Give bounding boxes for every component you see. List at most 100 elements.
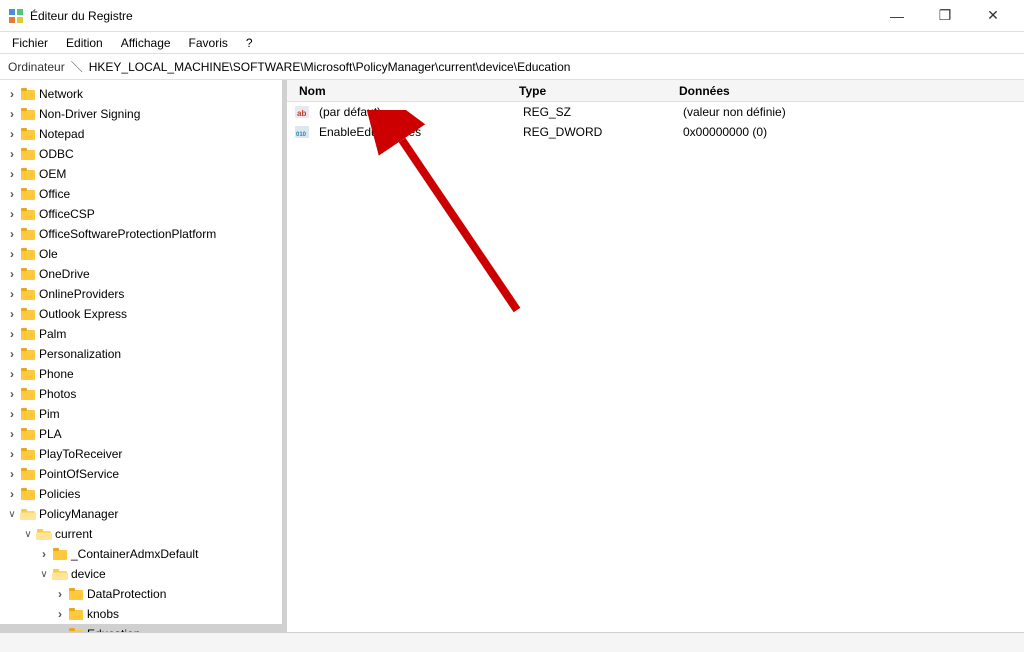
tree-toggle-icon[interactable]: › xyxy=(36,546,52,562)
tree-item[interactable]: ›Outlook Express xyxy=(0,304,282,324)
tree-item[interactable]: ›OfficeCSP xyxy=(0,204,282,224)
main-content: ›Network›Non-Driver Signing›Notepad›ODBC… xyxy=(0,80,1024,632)
tree-item-label: Ole xyxy=(39,247,58,261)
tree-item-label: PlayToReceiver xyxy=(39,447,122,461)
menu-edition[interactable]: Edition xyxy=(58,34,111,52)
tree-item[interactable]: ›Education xyxy=(0,624,282,632)
folder-icon xyxy=(68,607,84,621)
tree-item[interactable]: ›OneDrive xyxy=(0,264,282,284)
tree-item[interactable]: ›Policies xyxy=(0,484,282,504)
tree-toggle-icon[interactable]: › xyxy=(4,86,20,102)
tree-item[interactable]: ∨device xyxy=(0,564,282,584)
tree-toggle-icon[interactable]: › xyxy=(4,146,20,162)
tree-item[interactable]: ∨ PolicyManager xyxy=(0,504,282,524)
tree-toggle-icon[interactable]: › xyxy=(4,386,20,402)
title-bar: Éditeur du Registre — ❐ ✕ xyxy=(0,0,1024,32)
tree-toggle-icon[interactable]: › xyxy=(4,426,20,442)
tree-item[interactable]: ›ODBC xyxy=(0,144,282,164)
tree-item[interactable]: › Network xyxy=(0,84,282,104)
window-title: Éditeur du Registre xyxy=(30,9,133,23)
tree-toggle-icon[interactable]: › xyxy=(4,406,20,422)
tree-toggle-icon[interactable]: › xyxy=(4,226,20,242)
tree-toggle-icon[interactable]: › xyxy=(4,466,20,482)
title-bar-left: Éditeur du Registre xyxy=(8,8,133,24)
folder-icon xyxy=(20,467,36,481)
folder-icon xyxy=(36,527,52,541)
tree-item[interactable]: › Ole xyxy=(0,244,282,264)
tree-toggle-icon[interactable]: › xyxy=(4,306,20,322)
tree-item[interactable]: ›OEM xyxy=(0,164,282,184)
tree-toggle-icon[interactable]: › xyxy=(52,586,68,602)
tree-toggle-icon[interactable]: › xyxy=(4,366,20,382)
registry-data: 0x00000000 (0) xyxy=(679,125,1016,139)
tree-item[interactable]: › Photos xyxy=(0,384,282,404)
tree-toggle-icon[interactable]: › xyxy=(52,626,68,632)
tree-toggle-icon[interactable]: › xyxy=(4,266,20,282)
folder-icon xyxy=(20,287,36,301)
tree-item-label: Photos xyxy=(39,387,76,401)
minimize-button[interactable]: — xyxy=(874,0,920,32)
column-name[interactable]: Nom xyxy=(295,84,515,98)
tree-item-label: Office xyxy=(39,187,70,201)
tree-toggle-icon[interactable]: › xyxy=(4,326,20,342)
tree-item[interactable]: › Office xyxy=(0,184,282,204)
app-icon xyxy=(8,8,24,24)
tree-toggle-icon[interactable]: › xyxy=(4,126,20,142)
registry-type: REG_SZ xyxy=(519,105,679,119)
tree-item[interactable]: ›PLA xyxy=(0,424,282,444)
tree-item[interactable]: › PointOfService xyxy=(0,464,282,484)
tree-toggle-icon[interactable]: › xyxy=(4,346,20,362)
tree-item[interactable]: › Notepad xyxy=(0,124,282,144)
folder-icon xyxy=(20,207,36,221)
tree-item-label: PolicyManager xyxy=(39,507,118,521)
tree-toggle-icon[interactable]: › xyxy=(52,606,68,622)
address-label: Ordinateur xyxy=(8,60,65,74)
tree-toggle-icon[interactable]: › xyxy=(4,106,20,122)
tree-item[interactable]: › Phone xyxy=(0,364,282,384)
tree-item[interactable]: ›OnlineProviders xyxy=(0,284,282,304)
column-type[interactable]: Type xyxy=(515,84,675,98)
registry-row[interactable]: ab(par défaut)REG_SZ(valeur non définie) xyxy=(287,102,1024,122)
tree-item[interactable]: ›knobs xyxy=(0,604,282,624)
tree-toggle-icon[interactable]: › xyxy=(4,246,20,262)
tree-toggle-icon[interactable]: ∨ xyxy=(36,566,52,582)
tree-item[interactable]: ›Non-Driver Signing xyxy=(0,104,282,124)
registry-data: (valeur non définie) xyxy=(679,105,1016,119)
tree-item[interactable]: ›_ContainerAdmxDefault xyxy=(0,544,282,564)
folder-icon xyxy=(20,347,36,361)
folder-icon xyxy=(20,147,36,161)
column-data[interactable]: Données xyxy=(675,84,1016,98)
tree-pane[interactable]: ›Network›Non-Driver Signing›Notepad›ODBC… xyxy=(0,80,283,632)
tree-item-label: PointOfService xyxy=(39,467,119,481)
close-button[interactable]: ✕ xyxy=(970,0,1016,32)
tree-item[interactable]: ∨current xyxy=(0,524,282,544)
registry-row[interactable]: 010EnableEduThemesREG_DWORD0x00000000 (0… xyxy=(287,122,1024,142)
tree-item[interactable]: › PlayToReceiver xyxy=(0,444,282,464)
tree-item-label: Network xyxy=(39,87,83,101)
folder-icon xyxy=(68,627,84,632)
address-path[interactable]: HKEY_LOCAL_MACHINE\SOFTWARE\Microsoft\Po… xyxy=(89,60,1016,74)
tree-toggle-icon[interactable]: ∨ xyxy=(4,506,20,522)
tree-item[interactable]: ›OfficeSoftwareProtectionPlatform xyxy=(0,224,282,244)
menu-affichage[interactable]: Affichage xyxy=(113,34,179,52)
menu-favoris[interactable]: Favoris xyxy=(181,34,236,52)
tree-toggle-icon[interactable]: › xyxy=(4,446,20,462)
tree-toggle-icon[interactable]: › xyxy=(4,166,20,182)
tree-toggle-icon[interactable]: › xyxy=(4,486,20,502)
tree-item-label: Phone xyxy=(39,367,74,381)
tree-toggle-icon[interactable]: › xyxy=(4,286,20,302)
tree-toggle-icon[interactable]: › xyxy=(4,206,20,222)
tree-item[interactable]: ›Personalization xyxy=(0,344,282,364)
maximize-button[interactable]: ❐ xyxy=(922,0,968,32)
tree-item[interactable]: ›Pim xyxy=(0,404,282,424)
tree-toggle-icon[interactable]: › xyxy=(4,186,20,202)
tree-toggle-icon[interactable]: ∨ xyxy=(20,526,36,542)
tree-item-label: Notepad xyxy=(39,127,84,141)
registry-type: REG_DWORD xyxy=(519,125,679,139)
tree-item[interactable]: ›DataProtection xyxy=(0,584,282,604)
menu-help[interactable]: ? xyxy=(238,34,261,52)
folder-icon xyxy=(20,387,36,401)
menu-fichier[interactable]: Fichier xyxy=(4,34,56,52)
tree-item[interactable]: ›Palm xyxy=(0,324,282,344)
folder-icon xyxy=(52,547,68,561)
